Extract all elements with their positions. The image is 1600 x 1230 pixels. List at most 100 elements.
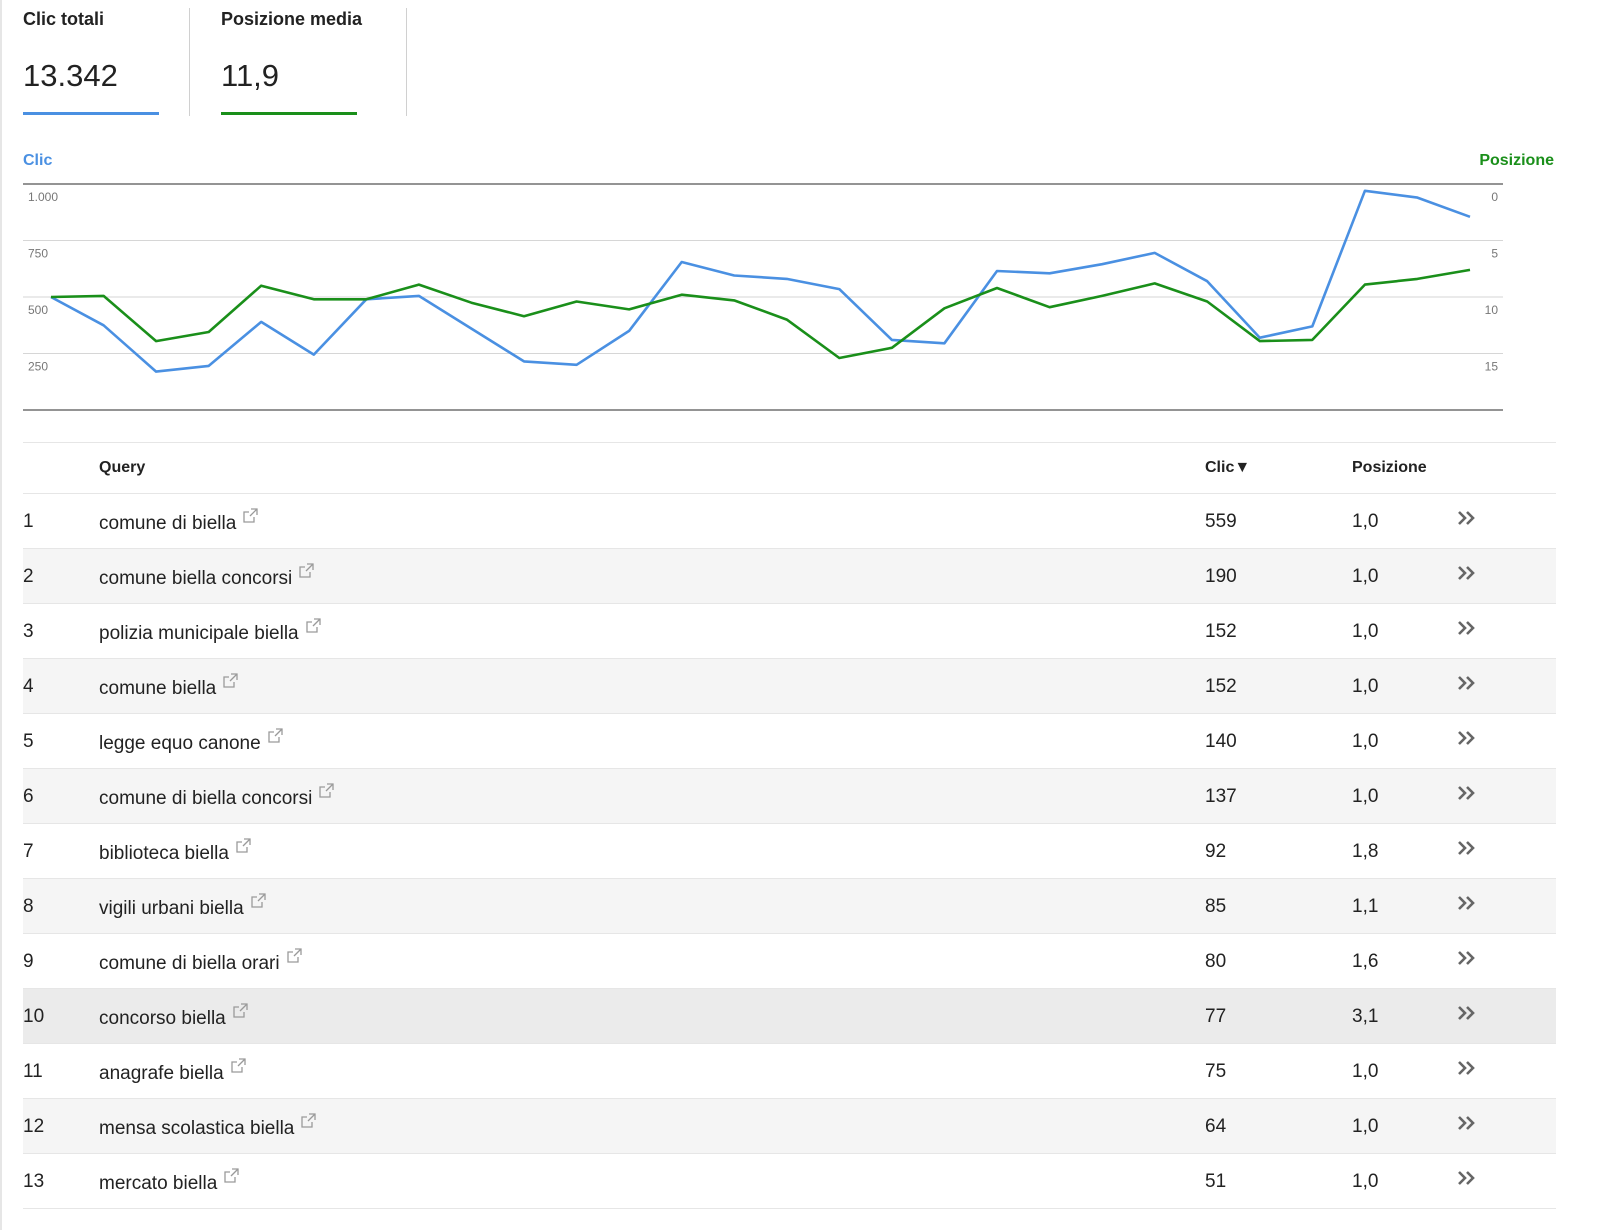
- header-position[interactable]: Posizione: [1352, 459, 1427, 477]
- table-row[interactable]: 9 comune di biella orari 80 1,6: [23, 934, 1556, 989]
- query-text[interactable]: mercato biella: [99, 1173, 217, 1195]
- query-cell[interactable]: legge equo canone: [99, 728, 283, 755]
- double-chevron-icon[interactable]: [1457, 675, 1477, 697]
- query-cell[interactable]: vigili urbani biella: [99, 893, 266, 920]
- metric-card-clicks[interactable]: Clic totali 13.342: [23, 0, 163, 118]
- query-text[interactable]: comune biella concorsi: [99, 568, 292, 590]
- table-row[interactable]: 2 comune biella concorsi 190 1,0: [23, 549, 1556, 604]
- clicks-cell: 152: [1205, 676, 1237, 697]
- external-link-icon[interactable]: [236, 837, 251, 859]
- metric-divider: [189, 8, 190, 116]
- table-row[interactable]: 5 legge equo canone 140 1,0: [23, 714, 1556, 769]
- left-tick-label: 500: [28, 303, 48, 317]
- query-cell[interactable]: biblioteca biella: [99, 838, 251, 865]
- table-row[interactable]: 11 anagrafe biella 75 1,0: [23, 1044, 1556, 1099]
- right-axis-title: Posizione: [1479, 152, 1554, 169]
- external-link-icon[interactable]: [223, 672, 238, 694]
- row-number: 13: [23, 1171, 45, 1192]
- metric-card-position[interactable]: Posizione media 11,9: [221, 0, 391, 118]
- double-chevron-icon[interactable]: [1457, 1115, 1477, 1137]
- query-text[interactable]: comune biella: [99, 678, 216, 700]
- clicks-series-line: [50, 189, 1471, 373]
- double-chevron-icon[interactable]: [1457, 840, 1477, 862]
- table-row[interactable]: 13 mercato biella 51 1,0: [23, 1154, 1556, 1209]
- external-link-icon[interactable]: [319, 782, 334, 804]
- external-link-icon[interactable]: [299, 562, 314, 584]
- table-row[interactable]: 3 polizia municipale biella 152 1,0: [23, 604, 1556, 659]
- query-cell[interactable]: comune di biella orari: [99, 948, 302, 975]
- table-row[interactable]: 7 biblioteca biella 92 1,8: [23, 824, 1556, 879]
- external-link-icon[interactable]: [301, 1112, 317, 1134]
- query-text[interactable]: polizia municipale biella: [99, 623, 299, 645]
- external-link-icon[interactable]: [233, 1002, 248, 1024]
- double-chevron-icon[interactable]: [1457, 565, 1477, 587]
- table-row[interactable]: 1 comune di biella 559 1,0: [23, 494, 1556, 549]
- position-cell: 1,8: [1352, 841, 1379, 862]
- position-cell: 1,0: [1352, 566, 1379, 587]
- double-chevron-icon[interactable]: [1457, 1005, 1477, 1027]
- header-query[interactable]: Query: [99, 459, 145, 477]
- external-link-icon[interactable]: [286, 947, 302, 969]
- query-text[interactable]: anagrafe biella: [99, 1063, 224, 1085]
- queries-table: Query Clic▼ Posizione 1 comune di biella 5…: [23, 442, 1556, 1209]
- table-row[interactable]: 12 mensa scolastica biella 64 1,0: [23, 1099, 1556, 1154]
- double-chevron-icon[interactable]: [1457, 620, 1477, 642]
- position-cell: 1,0: [1352, 1116, 1379, 1137]
- position-series-line: [50, 268, 1471, 360]
- query-cell[interactable]: polizia municipale biella: [99, 618, 321, 645]
- double-chevron-icon[interactable]: [1457, 730, 1477, 752]
- right-tick-label: 5: [1491, 247, 1498, 261]
- clicks-cell: 75: [1205, 1061, 1227, 1082]
- row-number: 11: [23, 1061, 43, 1082]
- position-cell: 3,1: [1352, 1006, 1379, 1027]
- position-cell: 1,0: [1352, 621, 1379, 642]
- row-number: 4: [23, 676, 34, 697]
- clicks-cell: 51: [1205, 1171, 1227, 1192]
- double-chevron-icon[interactable]: [1457, 950, 1477, 972]
- table-row[interactable]: 4 comune biella 152 1,0: [23, 659, 1556, 714]
- query-text[interactable]: comune di biella concorsi: [99, 788, 312, 810]
- double-chevron-icon[interactable]: [1457, 1060, 1477, 1082]
- query-cell[interactable]: comune di biella concorsi: [99, 783, 334, 810]
- query-text[interactable]: comune di biella orari: [99, 953, 280, 975]
- clicks-cell: 85: [1205, 896, 1227, 917]
- external-link-icon[interactable]: [224, 1167, 239, 1189]
- query-cell[interactable]: anagrafe biella: [99, 1058, 246, 1085]
- row-number: 8: [23, 896, 34, 917]
- query-cell[interactable]: mercato biella: [99, 1168, 239, 1195]
- double-chevron-icon[interactable]: [1457, 510, 1477, 532]
- table-row[interactable]: 6 comune di biella concorsi 137 1,0: [23, 769, 1556, 824]
- external-link-icon[interactable]: [305, 617, 321, 639]
- query-text[interactable]: comune di biella: [99, 513, 236, 535]
- position-cell: 1,0: [1352, 731, 1379, 752]
- header-clicks-sort[interactable]: Clic▼: [1205, 459, 1250, 477]
- query-cell[interactable]: mensa scolastica biella: [99, 1113, 317, 1140]
- position-cell: 1,0: [1352, 676, 1379, 697]
- query-text[interactable]: legge equo canone: [99, 733, 261, 755]
- performance-chart[interactable]: 1.000 750 500 250 0 5 10 15: [23, 180, 1503, 412]
- external-link-icon[interactable]: [231, 1057, 246, 1079]
- external-link-icon[interactable]: [251, 892, 266, 914]
- query-text[interactable]: biblioteca biella: [99, 843, 229, 865]
- clicks-cell: 152: [1205, 621, 1237, 642]
- query-text[interactable]: concorso biella: [99, 1008, 226, 1030]
- row-number: 2: [23, 566, 34, 587]
- table-row[interactable]: 8 vigili urbani biella 85 1,1: [23, 879, 1556, 934]
- table-header: Query Clic▼ Posizione: [23, 442, 1556, 494]
- query-cell[interactable]: comune biella concorsi: [99, 563, 314, 590]
- double-chevron-icon[interactable]: [1457, 1170, 1477, 1192]
- external-link-icon[interactable]: [268, 727, 283, 749]
- row-number: 12: [23, 1116, 45, 1137]
- external-link-icon[interactable]: [243, 507, 258, 529]
- clicks-cell: 190: [1205, 566, 1237, 587]
- page-left-border: [0, 0, 2, 1230]
- query-cell[interactable]: comune biella: [99, 673, 238, 700]
- query-cell[interactable]: concorso biella: [99, 1003, 248, 1030]
- double-chevron-icon[interactable]: [1457, 895, 1477, 917]
- row-number: 6: [23, 786, 34, 807]
- query-text[interactable]: mensa scolastica biella: [99, 1118, 294, 1140]
- table-row[interactable]: 10 concorso biella 77 3,1: [23, 989, 1556, 1044]
- double-chevron-icon[interactable]: [1457, 785, 1477, 807]
- query-text[interactable]: vigili urbani biella: [99, 898, 244, 920]
- query-cell[interactable]: comune di biella: [99, 508, 258, 535]
